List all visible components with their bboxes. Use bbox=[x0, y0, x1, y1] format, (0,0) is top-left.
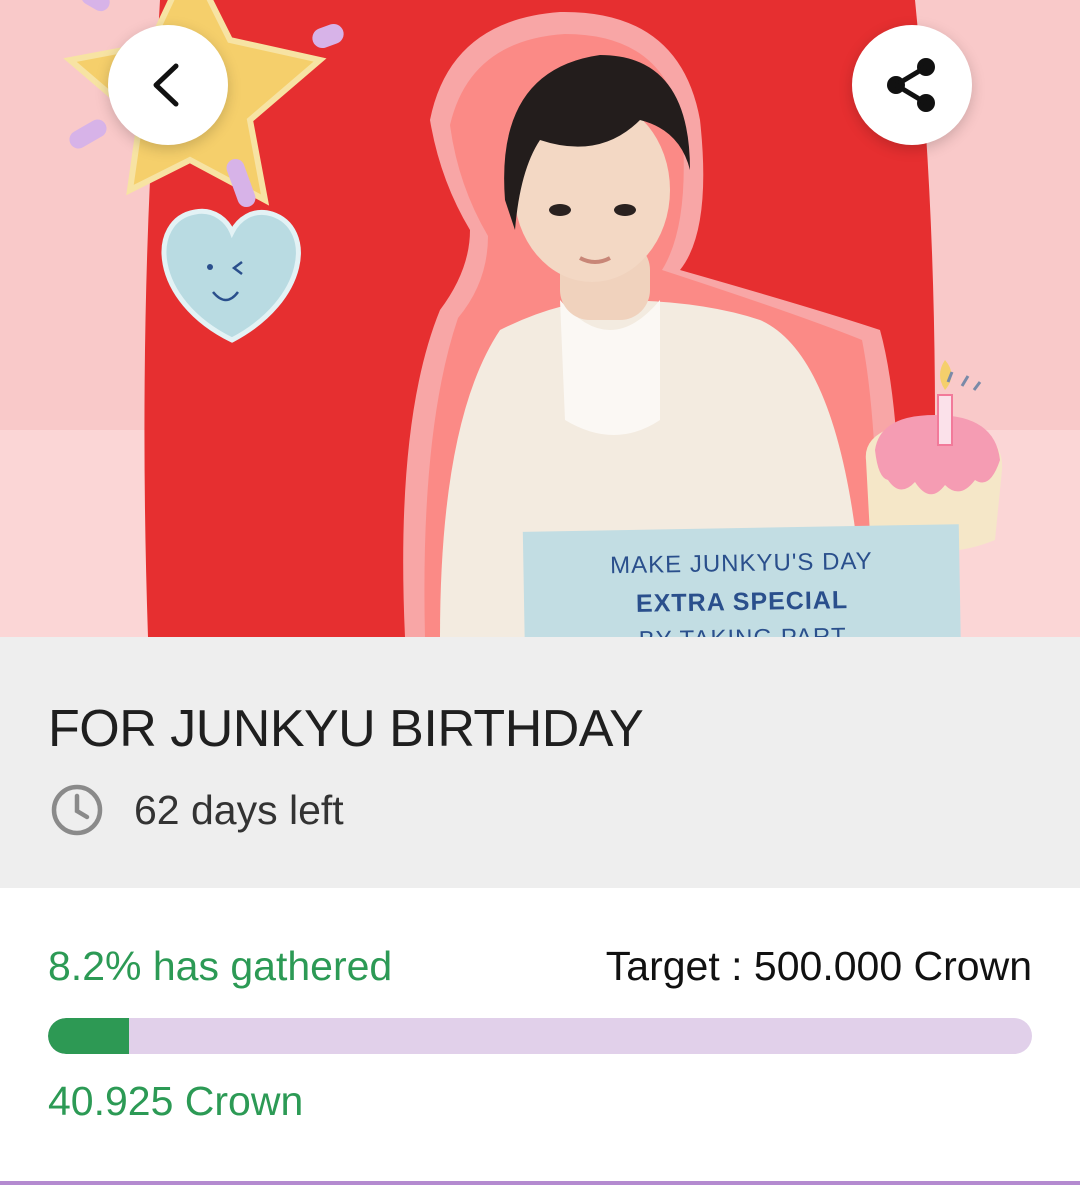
banner-caption-line1: MAKE JUNKYU'S DAY bbox=[609, 547, 873, 580]
progress-bar-fill bbox=[48, 1018, 129, 1054]
page-title: FOR JUNKYU BIRTHDAY bbox=[48, 700, 644, 758]
clock-icon bbox=[51, 784, 103, 836]
campaign-banner: MAKE JUNKYU'S DAY EXTRA SPECIAL BY TAKIN… bbox=[0, 0, 1080, 637]
bottom-divider bbox=[0, 1181, 1080, 1185]
days-left-text: 62 days left bbox=[134, 786, 344, 833]
gathered-percentage: 8.2% has gathered bbox=[48, 943, 393, 989]
banner-caption-line3: BY TAKING PART bbox=[525, 621, 961, 637]
progress-bar bbox=[48, 1018, 1032, 1054]
funding-progress: 8.2% has gathered Target : 500.000 Crown… bbox=[0, 888, 1080, 1183]
chevron-left-icon bbox=[153, 63, 179, 107]
banner-caption-card: MAKE JUNKYU'S DAY EXTRA SPECIAL BY TAKIN… bbox=[522, 524, 962, 637]
target-amount: Target : 500.000 Crown bbox=[605, 943, 1032, 989]
share-button[interactable] bbox=[852, 25, 972, 145]
campaign-info: FOR JUNKYU BIRTHDAY 62 days left bbox=[0, 637, 1080, 888]
collected-amount: 40.925 Crown bbox=[48, 1078, 304, 1124]
banner-caption-line2: EXTRA SPECIAL bbox=[635, 586, 849, 618]
time-remaining: 62 days left bbox=[50, 783, 344, 837]
back-button[interactable] bbox=[108, 25, 228, 145]
share-icon bbox=[887, 58, 935, 112]
